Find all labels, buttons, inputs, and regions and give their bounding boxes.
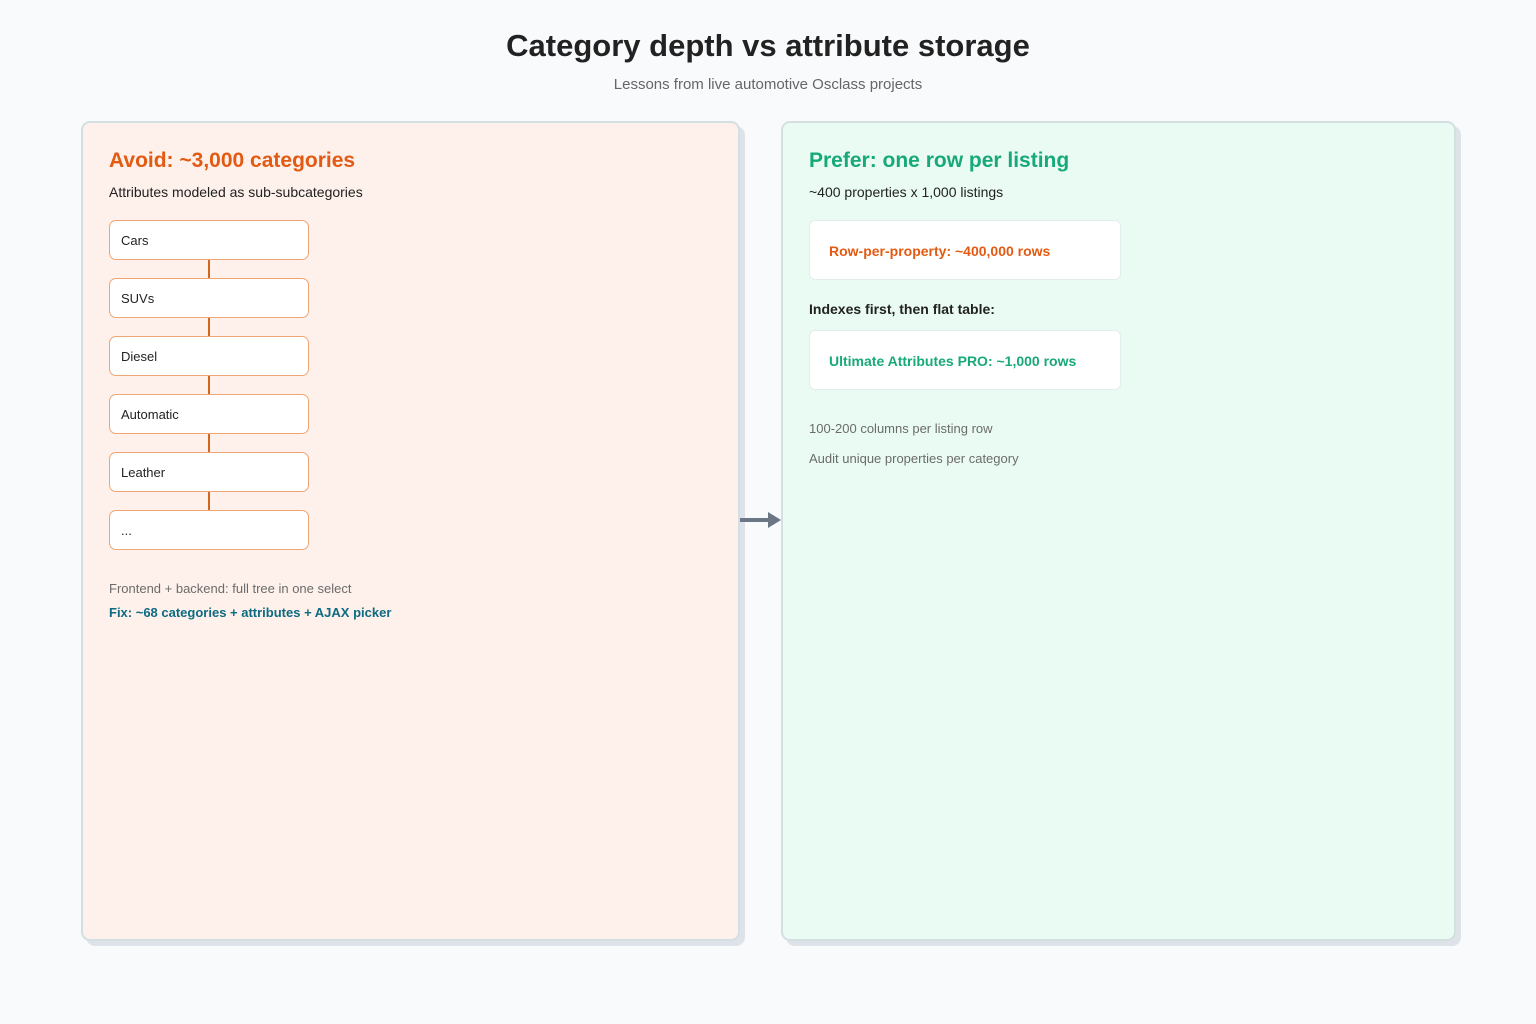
prefer-heading: Prefer: one row per listing bbox=[809, 149, 1070, 172]
avoid-heading: Avoid: ~3,000 categories bbox=[109, 149, 356, 172]
prefer-description: ~400 properties x 1,000 listings bbox=[809, 184, 1004, 200]
row-per-property-card: Row-per-property: ~400,000 rows bbox=[809, 220, 1121, 280]
chain-connector bbox=[208, 260, 210, 278]
category-node-ellipsis: ... bbox=[109, 510, 309, 550]
avoid-panel: Avoid: ~3,000 categories Attributes mode… bbox=[81, 121, 740, 941]
avoid-note: Frontend + backend: full tree in one sel… bbox=[109, 581, 352, 596]
page-subtitle: Lessons from live automotive Osclass pro… bbox=[613, 76, 923, 93]
category-node-leather: Leather bbox=[109, 452, 309, 492]
right-arrow-icon bbox=[740, 512, 781, 528]
category-node-cars: Cars bbox=[109, 220, 309, 260]
page-title: Category depth vs attribute storage bbox=[506, 28, 1030, 63]
prefer-panel: Prefer: one row per listing ~400 propert… bbox=[781, 121, 1456, 941]
category-node-automatic: Automatic bbox=[109, 394, 309, 434]
prefer-note-columns: 100-200 columns per listing row bbox=[809, 421, 993, 436]
category-node-suvs: SUVs bbox=[109, 278, 309, 318]
avoid-description: Attributes modeled as sub-subcategories bbox=[109, 184, 363, 200]
indexes-label: Indexes first, then flat table: bbox=[809, 301, 995, 317]
category-node-diesel: Diesel bbox=[109, 336, 309, 376]
fix-note: Fix: ~68 categories + attributes + AJAX … bbox=[109, 605, 392, 620]
prefer-note-audit: Audit unique properties per category bbox=[809, 451, 1019, 466]
chain-connector bbox=[208, 318, 210, 336]
ultimate-attributes-card: Ultimate Attributes PRO: ~1,000 rows bbox=[809, 330, 1121, 390]
chain-connector bbox=[208, 376, 210, 394]
chain-connector bbox=[208, 434, 210, 452]
chain-connector bbox=[208, 492, 210, 510]
